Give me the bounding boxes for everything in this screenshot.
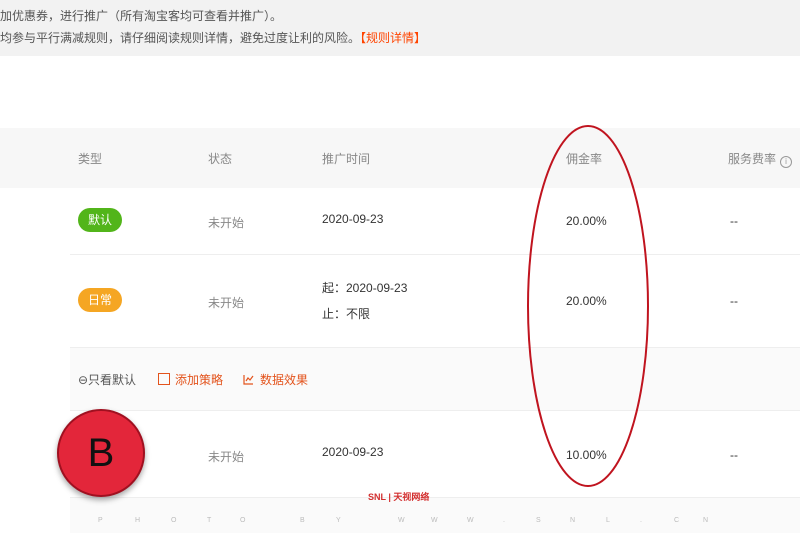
watermark-letter: N — [570, 517, 576, 524]
rules-detail-link[interactable]: 【规则详情】 — [360, 31, 426, 45]
notice-line-2: 均参与平行满减规则，请仔细阅读规则详情，避免过度让利的风险。【规则详情】 — [0, 29, 426, 46]
table-row: 默认 未开始 2020-09-23 20.00% -- — [70, 188, 800, 255]
watermark-letter: L — [606, 517, 610, 524]
watermark-letter: O — [171, 517, 177, 524]
watermark-letter: W — [398, 517, 405, 524]
row-service-fee: -- — [730, 448, 738, 462]
row-service-fee: -- — [730, 294, 738, 308]
row-status: 未开始 — [208, 216, 245, 230]
watermark-letter: S — [536, 517, 541, 524]
edit-icon — [158, 373, 170, 385]
row-time: 2020-09-23 — [322, 445, 384, 459]
row-commission: 20.00% — [566, 294, 607, 308]
watermark-letter: N — [703, 517, 709, 524]
row-time-start: 起：2020-09-23 — [322, 281, 408, 295]
data-effect-label: 数据效果 — [260, 373, 309, 387]
watermark-letter: B — [300, 517, 305, 524]
header-type: 类型 — [78, 152, 103, 166]
watermark-letter: Y — [336, 517, 341, 524]
watermark-letter: T — [207, 517, 212, 524]
header-commission: 佣金率 — [566, 152, 603, 166]
table-row: 未开始 2020-09-23 10.00% -- — [70, 411, 800, 498]
watermark-letter: H — [135, 517, 141, 524]
watermark-letter: O — [240, 517, 246, 524]
table-row: 日常 未开始 起：2020-09-23 止：不限 20.00% -- — [70, 255, 800, 348]
table-header: 类型 状态 推广时间 佣金率 服务费率 i — [0, 128, 800, 188]
watermark-letter: . — [503, 517, 505, 524]
row-status: 未开始 — [208, 296, 245, 310]
watermark-letter: . — [640, 517, 642, 524]
header-service-fee-label: 服务费率 — [728, 152, 777, 166]
tag-daily: 日常 — [78, 288, 122, 312]
row-commission: 20.00% — [566, 214, 607, 228]
header-status: 状态 — [208, 152, 233, 166]
add-strategy-button[interactable]: 添加策略 — [158, 371, 223, 388]
watermark-letter: W — [467, 517, 474, 524]
only-default-button[interactable]: ⊖只看默认 — [78, 371, 136, 388]
header-service-fee: 服务费率 i — [728, 150, 793, 168]
notice-line-2-text: 均参与平行满减规则，请仔细阅读规则详情，避免过度让利的风险。 — [0, 31, 361, 45]
notice-line-1: 加优惠券，进行推广（所有淘宝客均可查看并推广）。 — [0, 9, 283, 23]
header-time: 推广时间 — [322, 152, 371, 166]
row-status: 未开始 — [208, 450, 245, 464]
data-effect-button[interactable]: 数据效果 — [243, 371, 308, 388]
add-strategy-label: 添加策略 — [175, 373, 224, 387]
watermark-logo: SNL | 天视网络 — [368, 492, 430, 502]
info-icon[interactable]: i — [780, 156, 793, 168]
watermark-letter: P — [98, 517, 103, 524]
row-service-fee: -- — [730, 214, 738, 228]
notice-banner: 加优惠券，进行推广（所有淘宝客均可查看并推广）。 均参与平行满减规则，请仔细阅读… — [0, 0, 800, 56]
row-time-end: 止：不限 — [322, 307, 371, 321]
watermark-letter: C — [674, 517, 680, 524]
row-time: 2020-09-23 — [322, 212, 384, 226]
annotation-badge-b: B — [57, 409, 145, 497]
row-actions-bar: ⊖只看默认 添加策略 数据效果 — [70, 348, 800, 411]
watermark-letter: W — [431, 517, 438, 524]
row-commission: 10.00% — [566, 448, 607, 462]
chart-icon — [243, 375, 254, 385]
watermark-strip — [70, 498, 800, 533]
tag-default: 默认 — [78, 208, 122, 232]
